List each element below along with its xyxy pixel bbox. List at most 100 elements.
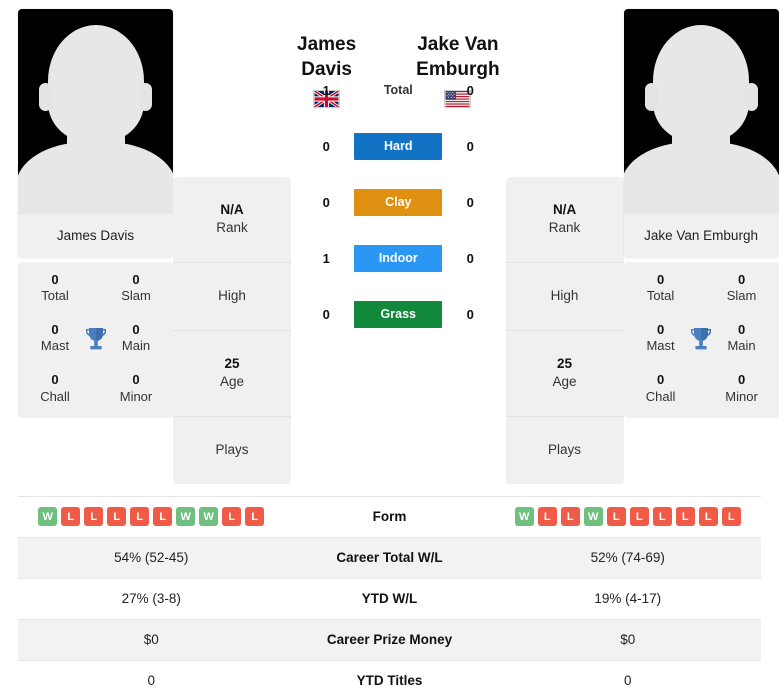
table-row-career-prize-money: $0 Career Prize Money $0 (18, 618, 761, 660)
rank-label: Rank (216, 219, 248, 235)
left-player-titles-card: 0 Total 0 Slam 0 Mast 0 Main 0 Chall 0 M… (18, 262, 173, 419)
left-high-segment: High (173, 263, 291, 331)
stats-comparison-table: WLLLLLWWLL Form WLLWLLLLLL 54% (52-45) C… (18, 495, 762, 699)
form-badge-loss: L (107, 507, 127, 527)
avatar-shoulders-icon (623, 142, 779, 214)
title-stat-mast: 0 Mast (638, 322, 684, 355)
left-player-column: James Davis 0 Total 0 Slam 0 Mast 0 Main… (18, 9, 173, 419)
form-badge-win: W (583, 507, 603, 527)
left-form-badges: WLLLLLWWLL (24, 507, 279, 527)
right-high-segment: High (505, 263, 624, 331)
title-stat-main: 0 Main (719, 322, 765, 355)
form-badge-loss: L (698, 507, 718, 527)
h2h-row-clay: 0 Clay 0 (297, 174, 500, 230)
titles-row: 0 Chall 0 Minor (18, 364, 173, 414)
h2h-left-score: 1 (322, 250, 330, 266)
title-stat-label: Main (727, 338, 756, 354)
form-badge-loss: L (153, 507, 173, 527)
left-age-segment: 25 Age (173, 331, 291, 417)
title-stat-value: 0 (51, 322, 59, 338)
right-player-rank-card: N/A Rank High 25 Age Plays (505, 177, 624, 484)
form-badge-loss: L (629, 507, 649, 527)
form-badge-win: W (199, 507, 219, 527)
h2h-left-score: 1 (322, 82, 330, 98)
h2h-surface-label: Total (383, 82, 413, 97)
title-stat-value: 0 (737, 372, 746, 388)
form-badge-loss: L (222, 507, 242, 527)
avatar-ear-left-icon (39, 83, 52, 111)
title-stat-label: Chall (40, 388, 70, 404)
title-stat-label: Minor (119, 388, 153, 404)
h2h-row-grass: 0 Grass 0 (297, 286, 500, 342)
h2h-left-score: 0 (322, 194, 330, 210)
table-row-ytd-wl: 27% (3-8) YTD W/L 19% (4-17) (18, 577, 761, 619)
h2h-left-score: 0 (322, 306, 330, 322)
left-player-photo-caption: James Davis (18, 214, 173, 258)
age-value: 25 (224, 355, 240, 371)
table-row-ytd-titles: 0 YTD Titles 0 (18, 659, 761, 699)
rank-value: N/A (220, 202, 244, 217)
right-player-photo-card[interactable]: Jake Van Emburgh (623, 9, 779, 258)
right-plays-segment: Plays (506, 417, 624, 484)
form-badge-loss: L (606, 507, 626, 527)
title-stat-slam: 0 Slam (719, 272, 765, 305)
left-stat-value: 54% (52-45) (114, 550, 189, 566)
title-stat-value: 0 (656, 372, 665, 388)
rank-value: N/A (552, 202, 577, 217)
stat-row-label: Career Total W/L (336, 550, 443, 566)
title-stat-value: 0 (51, 372, 59, 388)
title-stat-mast: 0 Mast (32, 322, 78, 355)
title-stat-value: 0 (737, 272, 746, 287)
table-row-career-total-wl: 54% (52-45) Career Total W/L 52% (74-69) (18, 536, 761, 578)
title-stat-label: Mast (646, 338, 675, 354)
right-form-cell: WLLWLLLLLL (495, 507, 762, 527)
form-badge-win: W (514, 507, 534, 527)
right-form-badges: WLLWLLLLLL (501, 507, 756, 527)
trophy-icon (686, 327, 716, 351)
h2h-surface-badge-hard[interactable]: Hard (354, 132, 443, 160)
title-stat-minor: 0 Minor (719, 372, 765, 405)
form-badge-loss: L (721, 507, 741, 527)
age-label: Age (552, 373, 577, 389)
title-stat-minor: 0 Minor (113, 372, 159, 405)
head-to-head-panel: James Davis Jake Van Emburgh 1 Total 0 0… (291, 9, 506, 342)
h2h-row-indoor: 1 Indoor 0 (297, 230, 500, 286)
title-stat-chall: 0 Chall (638, 372, 684, 405)
h2h-surface-badge-grass[interactable]: Grass (354, 300, 443, 328)
avatar-shoulders-icon (18, 142, 173, 214)
title-stat-main: 0 Main (113, 322, 159, 355)
h2h-right-score: 0 (466, 194, 474, 210)
plays-label: Plays (548, 441, 582, 457)
title-stat-label: Slam (121, 288, 151, 304)
right-stat-value: 52% (74-69) (590, 550, 665, 566)
table-row-form: WLLLLLWWLL Form WLLWLLLLLL (18, 495, 762, 537)
h2h-surface-badge-indoor[interactable]: Indoor (354, 244, 443, 272)
right-stat-value: 19% (4-17) (594, 591, 662, 607)
right-age-segment: 25 Age (505, 331, 624, 417)
titles-row: 0 Mast 0 Main (18, 314, 173, 364)
left-player-avatar (18, 9, 173, 214)
h2h-surface-badge-clay[interactable]: Clay (354, 188, 443, 216)
title-stat-label: Total (41, 288, 69, 304)
form-badge-loss: L (675, 507, 695, 527)
form-badge-loss: L (130, 507, 150, 527)
form-badge-loss: L (537, 507, 557, 527)
form-badge-win: W (176, 507, 196, 527)
right-stat-value: 0 (623, 673, 632, 689)
trophy-icon (81, 327, 111, 351)
h2h-right-score: 0 (466, 138, 474, 154)
age-value: 25 (557, 355, 573, 371)
h2h-left-score: 0 (322, 138, 330, 154)
left-stat-value: $0 (143, 632, 159, 648)
title-stat-value: 0 (656, 322, 665, 338)
h2h-right-score: 0 (466, 306, 474, 322)
surface-head-to-head-list: 1 Total 0 0 Hard 0 0 Clay 0 1 Indoor 0 0… (297, 62, 500, 342)
right-player-titles-card: 0 Total 0 Slam 0 Mast 0 Main 0 Chall 0 M… (623, 262, 779, 419)
title-stat-label: Mast (40, 338, 70, 354)
high-label: High (218, 287, 246, 303)
left-player-photo-card[interactable]: James Davis (18, 9, 173, 258)
h2h-right-score: 0 (466, 250, 474, 266)
plays-label: Plays (215, 441, 249, 457)
left-stat-value: 27% (3-8) (121, 591, 181, 607)
titles-row: 0 Mast 0 Main (624, 314, 779, 364)
